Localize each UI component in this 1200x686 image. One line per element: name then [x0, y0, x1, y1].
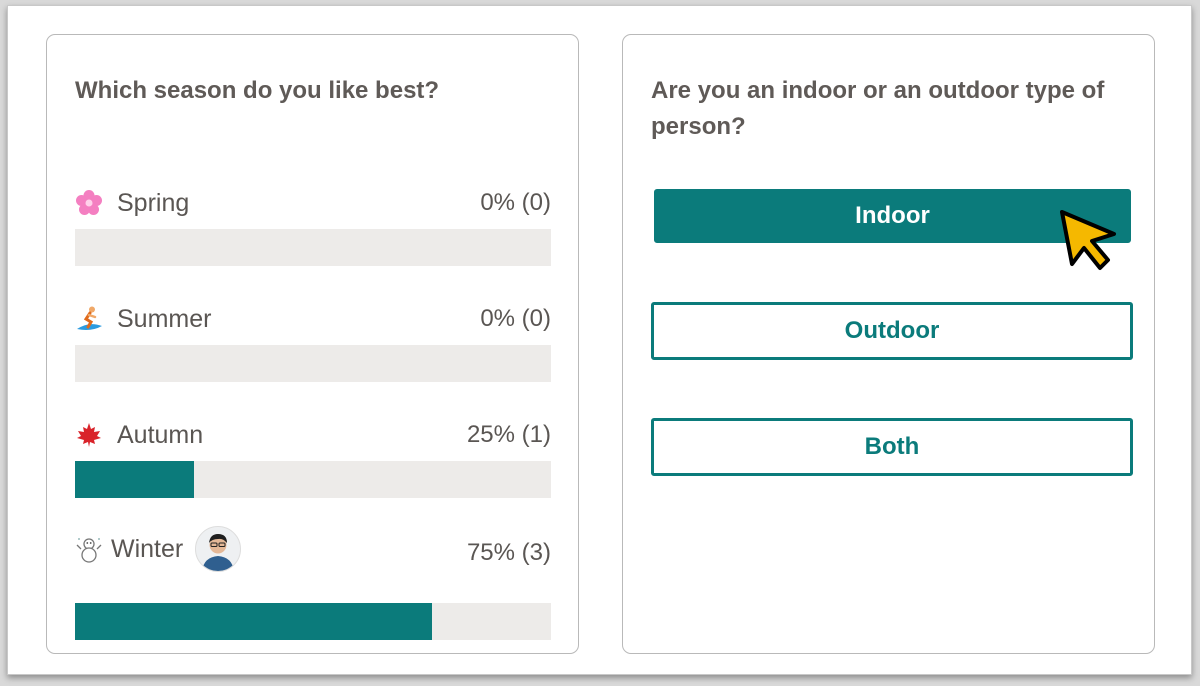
voter-avatar	[195, 526, 242, 572]
snowman-icon	[75, 534, 105, 564]
poll-option-summer: Summer 0% (0)	[75, 298, 551, 393]
option-result: 0% (0)	[480, 305, 551, 332]
poll-option-autumn: Autumn 25% (1)	[75, 414, 551, 509]
choice-both-button[interactable]: Both	[651, 418, 1133, 476]
indoor-outdoor-question: Are you an indoor or an outdoor type of …	[651, 77, 1105, 140]
result-bar-track	[75, 229, 551, 266]
poll-window: Which season do you like best? Spring 0%…	[7, 5, 1192, 675]
poll-option-spring: Spring 0% (0)	[75, 182, 551, 277]
mouse-pointer-icon	[1060, 210, 1116, 270]
indoor-outdoor-poll-card: Are you an indoor or an outdoor type of …	[622, 34, 1155, 654]
result-bar-fill	[75, 603, 432, 640]
option-result: 25% (1)	[466, 421, 551, 448]
option-label: Winter	[111, 534, 184, 563]
result-bar-track	[75, 603, 551, 640]
option-label: Summer	[117, 304, 212, 333]
choice-outdoor-button[interactable]: Outdoor	[651, 302, 1133, 360]
surfer-icon	[75, 304, 105, 334]
season-poll-card: Which season do you like best? Spring 0%…	[46, 34, 579, 654]
option-result: 0% (0)	[480, 189, 551, 216]
season-poll-question: Which season do you like best?	[75, 77, 440, 104]
poll-option-winter: Winter 75% (3)	[75, 526, 551, 640]
option-label: Autumn	[117, 420, 204, 449]
cherry-blossom-icon	[75, 188, 105, 218]
option-label: Spring	[117, 188, 190, 217]
option-result: 75% (3)	[466, 539, 551, 566]
result-bar-fill	[75, 461, 194, 498]
maple-leaf-icon	[75, 420, 105, 450]
result-bar-track	[75, 461, 551, 498]
result-bar-track	[75, 345, 551, 382]
